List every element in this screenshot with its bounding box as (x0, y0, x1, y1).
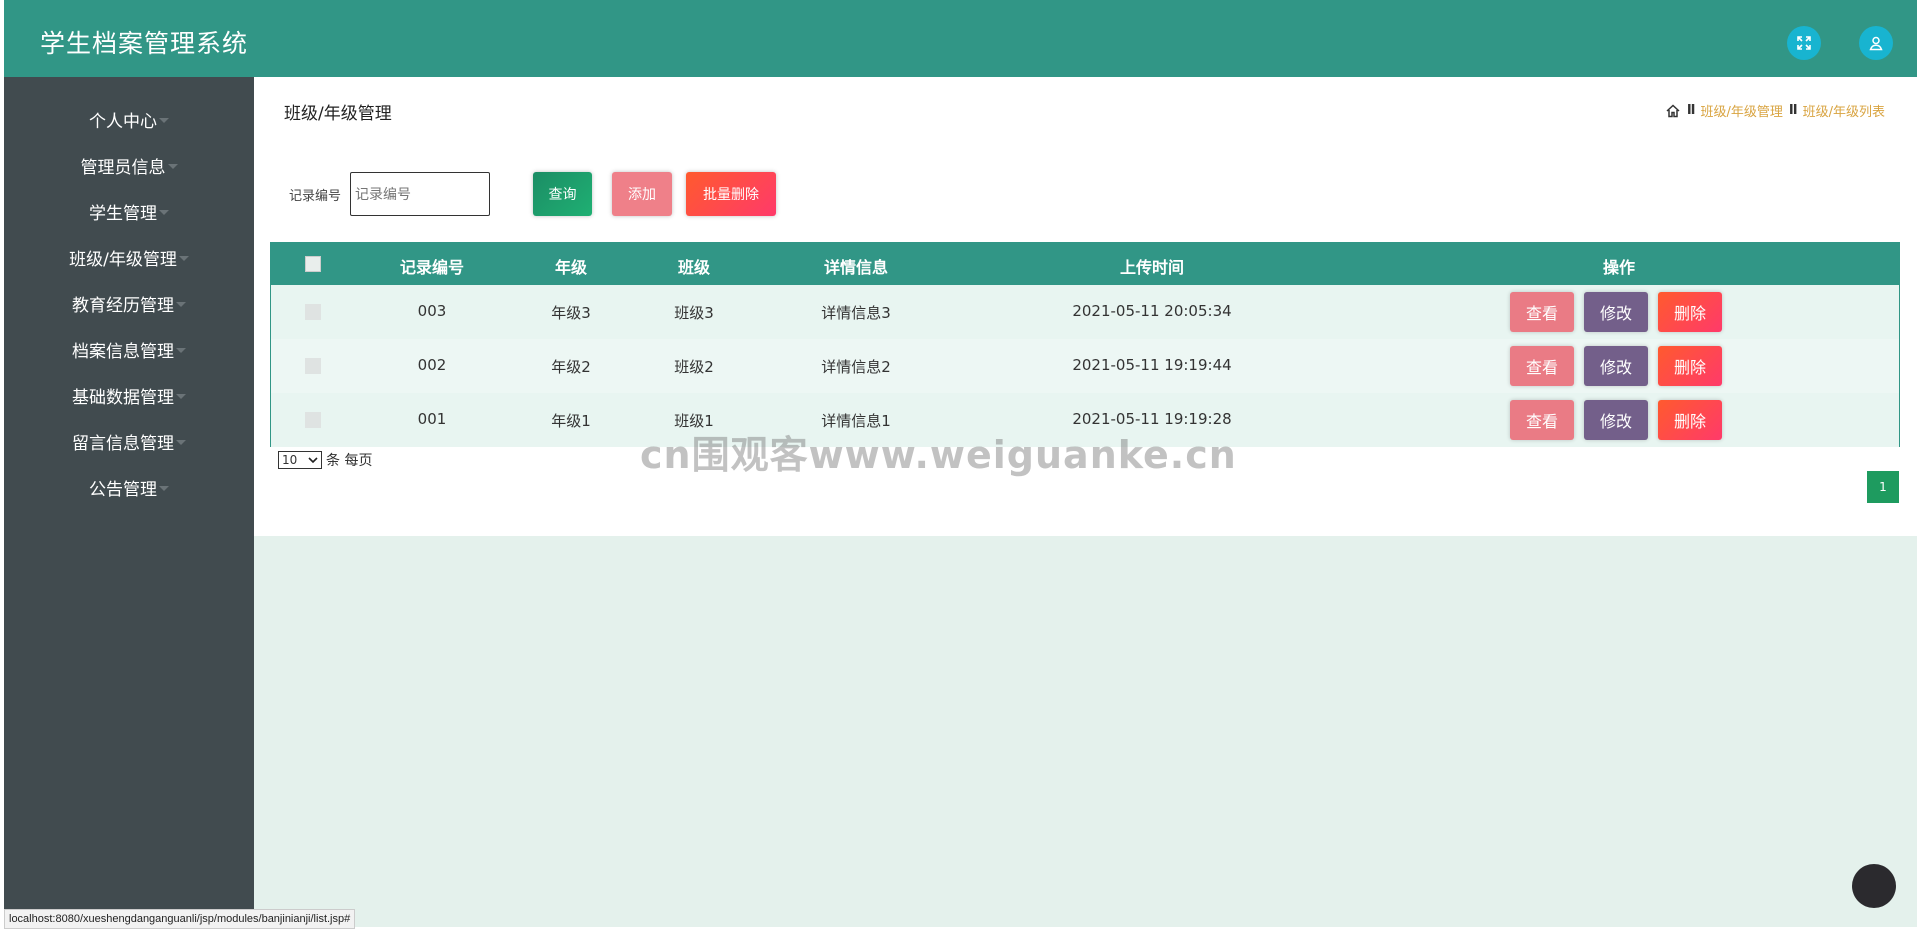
caret-down-icon (176, 439, 186, 445)
breadcrumb-level1[interactable]: 班级/年级管理 (1701, 101, 1783, 120)
cell-detail: 详情信息3 (821, 304, 891, 322)
column-header-id: 记录编号 (399, 258, 465, 277)
row-checkbox[interactable] (305, 304, 321, 320)
cell-time: 2021-05-11 20:05:34 (1072, 302, 1232, 320)
page-number-current[interactable]: 1 (1867, 471, 1899, 503)
cell-class: 班级2 (674, 358, 714, 376)
breadcrumb-separator: II (1788, 103, 1798, 118)
edit-button[interactable]: 修改 (1584, 346, 1648, 386)
cell-grade: 年级3 (551, 304, 591, 322)
sidebar-item-label: 班级/年级管理 (69, 249, 177, 270)
caret-down-icon (176, 301, 186, 307)
caret-down-icon (178, 255, 189, 261)
query-button[interactable]: 查询 (533, 172, 592, 216)
main-content: 班级/年级管理 II 班级/年级管理 II 班级/年级列表 记录编号 查询 添加… (254, 77, 1917, 927)
watermark-text: cn围观客www.weiguanke.cn (640, 433, 1237, 477)
sidebar-item-archive-info[interactable]: 档案信息管理 (4, 329, 254, 369)
column-header-class: 班级 (677, 258, 711, 277)
batch-delete-button[interactable]: 批量删除 (686, 172, 776, 216)
sidebar-item-student-management[interactable]: 学生管理 (4, 191, 254, 231)
row-checkbox[interactable] (305, 358, 321, 374)
cell-id: 003 (417, 302, 447, 320)
per-page-label: 条 每页 (326, 453, 373, 469)
view-button[interactable]: 查看 (1510, 400, 1574, 440)
column-header-time: 上传时间 (1119, 258, 1185, 277)
sidebar-item-label: 教育经历管理 (72, 295, 174, 316)
app-title: 学生档案管理系统 (40, 29, 249, 58)
sidebar-item-label: 公告管理 (89, 479, 157, 500)
add-button[interactable]: 添加 (612, 172, 672, 216)
home-icon[interactable] (1665, 103, 1681, 119)
page-size-select[interactable]: 10 (278, 451, 322, 469)
cell-grade: 年级2 (551, 358, 591, 376)
breadcrumb: II 班级/年级管理 II 班级/年级列表 (1665, 101, 1885, 120)
cell-class: 班级3 (674, 304, 714, 322)
caret-down-icon (159, 117, 169, 123)
sidebar-item-label: 基础数据管理 (72, 387, 174, 408)
cell-grade: 年级1 (551, 412, 591, 430)
breadcrumb-separator: II (1686, 103, 1696, 118)
sidebar-item-education-history[interactable]: 教育经历管理 (4, 283, 254, 323)
top-header: 学生档案管理系统 (4, 0, 1917, 77)
sidebar-item-class-grade-management[interactable]: 班级/年级管理 (4, 237, 254, 277)
delete-button[interactable]: 删除 (1658, 292, 1722, 332)
record-id-search-input[interactable] (350, 172, 490, 216)
sidebar-item-label: 留言信息管理 (72, 433, 174, 454)
delete-button[interactable]: 删除 (1658, 400, 1722, 440)
expand-icon (1797, 36, 1811, 50)
sidebar: 个人中心 管理员信息 学生管理 班级/年级管理 教育经历管理 档案信息管理 基础… (4, 77, 254, 927)
caret-down-icon (176, 347, 186, 353)
sidebar-item-admin-info[interactable]: 管理员信息 (4, 145, 254, 185)
view-button[interactable]: 查看 (1510, 292, 1574, 332)
delete-button[interactable]: 删除 (1658, 346, 1722, 386)
column-header-grade: 年级 (554, 258, 588, 277)
cell-id: 002 (417, 356, 447, 374)
caret-down-icon (159, 485, 169, 491)
table-body: 003 年级3 班级3 详情信息3 2021-05-11 20:05:34 查看… (271, 285, 1899, 447)
user-menu-button[interactable] (1859, 26, 1893, 60)
column-header-detail: 详情信息 (823, 258, 889, 277)
table-row: 003 年级3 班级3 详情信息3 2021-05-11 20:05:34 查看… (271, 285, 1899, 339)
row-checkbox[interactable] (305, 412, 321, 428)
breadcrumb-level2[interactable]: 班级/年级列表 (1803, 101, 1885, 120)
page-size-value: 10 (282, 453, 298, 467)
select-all-checkbox[interactable] (305, 256, 321, 272)
floating-action-button[interactable] (1852, 864, 1896, 908)
sidebar-item-label: 档案信息管理 (72, 341, 174, 362)
sidebar-item-label: 学生管理 (89, 203, 157, 224)
cell-time: 2021-05-11 19:19:44 (1072, 356, 1232, 374)
cell-detail: 详情信息2 (821, 358, 891, 376)
table-row: 002 年级2 班级2 详情信息2 2021-05-11 19:19:44 查看… (271, 339, 1899, 393)
table-header: 记录编号 年级 班级 详情信息 上传时间 操作 (271, 243, 1899, 285)
browser-status-bar: localhost:8080/xueshengdanganguanli/jsp/… (4, 909, 356, 929)
records-table: 记录编号 年级 班级 详情信息 上传时间 操作 003 年级3 班级3 详情信息… (270, 242, 1900, 447)
caret-down-icon (176, 393, 186, 399)
user-icon (1869, 36, 1883, 51)
fullscreen-button[interactable] (1787, 26, 1821, 60)
caret-down-icon (167, 163, 178, 169)
edit-button[interactable]: 修改 (1584, 292, 1648, 332)
page-title: 班级/年级管理 (284, 104, 392, 124)
caret-down-icon (159, 209, 169, 215)
sidebar-item-messages[interactable]: 留言信息管理 (4, 421, 254, 461)
sidebar-item-label: 管理员信息 (80, 157, 166, 178)
edit-button[interactable]: 修改 (1584, 400, 1648, 440)
sidebar-item-base-data[interactable]: 基础数据管理 (4, 375, 254, 415)
sidebar-item-announcements[interactable]: 公告管理 (4, 467, 254, 507)
sidebar-item-personal-center[interactable]: 个人中心 (4, 99, 254, 139)
view-button[interactable]: 查看 (1510, 346, 1574, 386)
page-size-control: 10 条 每页 (278, 450, 372, 470)
sidebar-item-label: 个人中心 (89, 111, 157, 132)
chevron-down-icon (308, 457, 318, 464)
cell-id: 001 (417, 410, 447, 428)
search-label: 记录编号 (289, 189, 342, 204)
column-header-ops: 操作 (1602, 258, 1636, 277)
